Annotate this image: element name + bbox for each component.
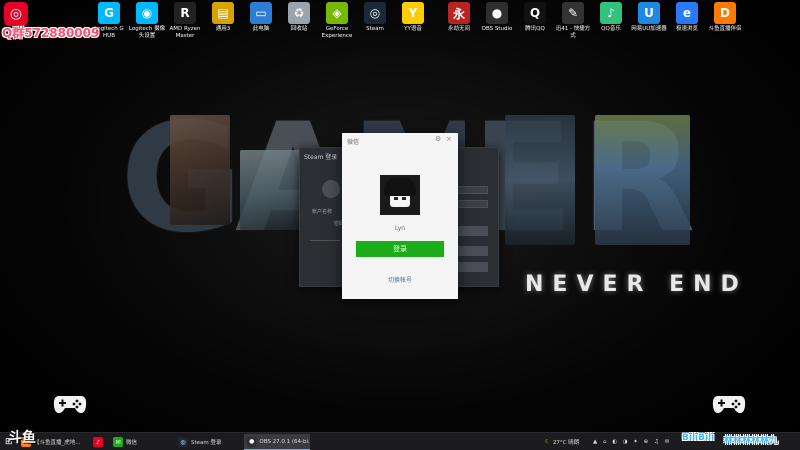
- steam-icon: ◎: [364, 2, 386, 24]
- desktop-icon[interactable]: e 极速浏览: [668, 2, 706, 40]
- switch-account-link[interactable]: 切换帐号: [342, 275, 458, 284]
- wechat-login-button[interactable]: 登录: [356, 241, 444, 257]
- logitech-g-hub-icon: G: [98, 2, 120, 24]
- desktop-icon-label: 极速浏览: [675, 26, 698, 32]
- wallpaper-photo-person: [170, 115, 230, 225]
- settings-gear-icon[interactable]: ⚙: [435, 135, 441, 143]
- logitech-camera-icon: ◉: [136, 2, 158, 24]
- steam-account-label: 帐户名称: [312, 209, 333, 215]
- qq-group-watermark: Q群572880009: [2, 26, 100, 40]
- taskbar-item-label: 【斗鱼直播_虎地...: [34, 440, 81, 446]
- gamepad-left-icon: [53, 396, 87, 414]
- desktop-icon-label: Logitech 摄像头设置: [128, 26, 166, 39]
- desktop-icon-label: 永劫无间: [447, 26, 470, 32]
- desktop-icon-label: GeForce Experience: [321, 26, 353, 39]
- desktop-icon[interactable]: ◎ Steam: [356, 2, 394, 40]
- avatar-eye: [402, 197, 406, 200]
- desktop-icon-label: 此电脑: [252, 26, 270, 32]
- recycle-bin-icon: ♻: [288, 2, 310, 24]
- steam-tb-icon: ◎: [178, 437, 188, 447]
- desktop-icon-label: 网易UU加速器: [631, 26, 667, 32]
- avatar-eye: [394, 197, 398, 200]
- desktop-icon-label: YY语音: [404, 26, 422, 32]
- desktop-icon[interactable]: Q 腾讯QQ: [516, 2, 554, 40]
- shortcut-icon: ✎: [562, 2, 584, 24]
- desktop-icon-label: AMD Ryzen Master: [169, 26, 201, 39]
- desktop-icon[interactable]: D 斗鱼直播伴侣: [706, 2, 744, 40]
- taskbar: ⊞ 斗【斗鱼直播_虎地... ♪ ✉ 微信 ◎ Steam 登录 ● OBS 27.0.1 (…: [0, 432, 800, 450]
- wechat-tb-icon: ✉: [113, 437, 123, 447]
- desktop-icon-label: Logitech G HUB: [94, 26, 124, 39]
- close-icon[interactable]: ×: [446, 135, 452, 143]
- qq-music-icon: ♪: [600, 2, 622, 24]
- desktop-icon[interactable]: ● OBS Studio: [478, 2, 516, 40]
- bilibili-user-watermark: 林林林林林九: [724, 436, 779, 446]
- wechat-login-dialog[interactable]: 微信 ⚙ × Lyn 登录 切换帐号: [342, 133, 458, 299]
- moon-icon: ☾: [545, 439, 550, 445]
- desktop-icon[interactable]: Y YY语音: [394, 2, 432, 40]
- desktop-icon[interactable]: ▭ 此电脑: [242, 2, 280, 40]
- desktop-icon-label: 回收站: [290, 26, 308, 32]
- steam-logo-icon: [322, 180, 340, 198]
- wechat-dialog-title: 微信: [347, 139, 360, 146]
- desktop-icon[interactable]: ♻ 回收站: [280, 2, 318, 40]
- desktop-icon-label: OBS Studio: [481, 26, 513, 32]
- document-icon: ▤: [212, 2, 234, 24]
- desktop-icon-label: Steam: [366, 26, 384, 32]
- avatar-hair: [384, 178, 416, 196]
- desktop-icon[interactable]: U 网易UU加速器: [630, 2, 668, 40]
- uu-icon: U: [638, 2, 660, 24]
- taskbar-item-label: Steam 登录: [191, 440, 222, 446]
- desktop-icon[interactable]: ◉ Logitech 摄像头设置: [128, 2, 166, 40]
- computer-icon: ▭: [250, 2, 272, 24]
- netease-music-icon[interactable]: ◎: [4, 2, 28, 26]
- obs-tb-icon: ●: [247, 436, 257, 447]
- weather-text: 27°C 晴朗: [552, 440, 580, 446]
- desktop-icon[interactable]: G Logitech G HUB: [90, 2, 128, 40]
- wechat-username: Lyn: [394, 225, 406, 232]
- desktop-icons-right: 永永劫无间 ● OBS Studio Q 腾讯QQ ✎ 迅41 - 快捷方式 ♪ QQ音乐 U 网易…: [440, 2, 744, 40]
- geforce-icon: ◈: [326, 2, 348, 24]
- yy-icon: Y: [402, 2, 424, 24]
- desktop-icon[interactable]: ▤ 通用3: [204, 2, 242, 40]
- desktop-icons-left: G Logitech G HUB ◉ Logitech 摄像头设置 R AMD Ryzen…: [90, 2, 432, 40]
- taskbar-item[interactable]: ♪: [90, 434, 108, 450]
- desktop-icon[interactable]: ◈ GeForce Experience: [318, 2, 356, 40]
- weather-widget[interactable]: ☾ 27°C 晴朗: [545, 434, 579, 450]
- desktop-icon-label: 斗鱼直播伴侣: [708, 26, 742, 32]
- desktop-icon-label: 腾讯QQ: [525, 26, 545, 32]
- douyu-watermark: 斗鱼: [8, 430, 36, 446]
- gamepad-right-icon: [712, 396, 746, 414]
- desktop-icon-label: 通用3: [215, 26, 231, 32]
- bilibili-watermark: BiliBili: [682, 433, 715, 443]
- taskbar-item[interactable]: ✉ 微信: [110, 434, 172, 450]
- desktop-icon[interactable]: 永永劫无间: [440, 2, 478, 40]
- desktop-icon-label: 迅41 - 快捷方式: [555, 26, 591, 39]
- system-tray[interactable]: ▲ ⌂ ◐ ◑ ✦ ⊕ ♫ ✉: [593, 434, 671, 450]
- obs-icon: ●: [486, 2, 508, 24]
- desktop-icon[interactable]: ✎ 迅41 - 快捷方式: [554, 2, 592, 40]
- taskbar-item[interactable]: ◎ Steam 登录: [175, 434, 241, 450]
- desktop-icon[interactable]: ♪ QQ音乐: [592, 2, 630, 40]
- taskbar-item-label: 微信: [126, 440, 138, 446]
- naraka-icon: 永: [448, 2, 470, 24]
- qq-icon: Q: [524, 2, 546, 24]
- taskbar-item[interactable]: ● OBS 27.0.1 (64-bi...: [244, 434, 310, 450]
- desktop-icon[interactable]: R AMD Ryzen Master: [166, 2, 204, 40]
- wallpaper-photo-car: [240, 150, 300, 230]
- desktop: G A M E R NEVER END ◎ Q群572880009 GLogit…: [0, 0, 800, 450]
- tray-icons: ▲ ⌂ ◐ ◑ ✦ ⊕ ♫ ✉: [593, 439, 672, 445]
- taskbar-item-label: OBS 27.0.1 (64-bi...: [259, 438, 310, 445]
- amd-ryzen-icon: R: [174, 2, 196, 24]
- wallpaper-photo-city: [505, 115, 575, 245]
- douyu-icon: D: [714, 2, 736, 24]
- steam-divider: [310, 240, 340, 241]
- wallpaper-tagline: NEVER END: [525, 272, 748, 297]
- user-avatar: [380, 175, 420, 215]
- browser-icon: e: [676, 2, 698, 24]
- wallpaper-photo-buildings: [595, 115, 690, 245]
- netease-tb-icon: ♪: [93, 437, 103, 447]
- desktop-icon-label: QQ音乐: [601, 26, 621, 32]
